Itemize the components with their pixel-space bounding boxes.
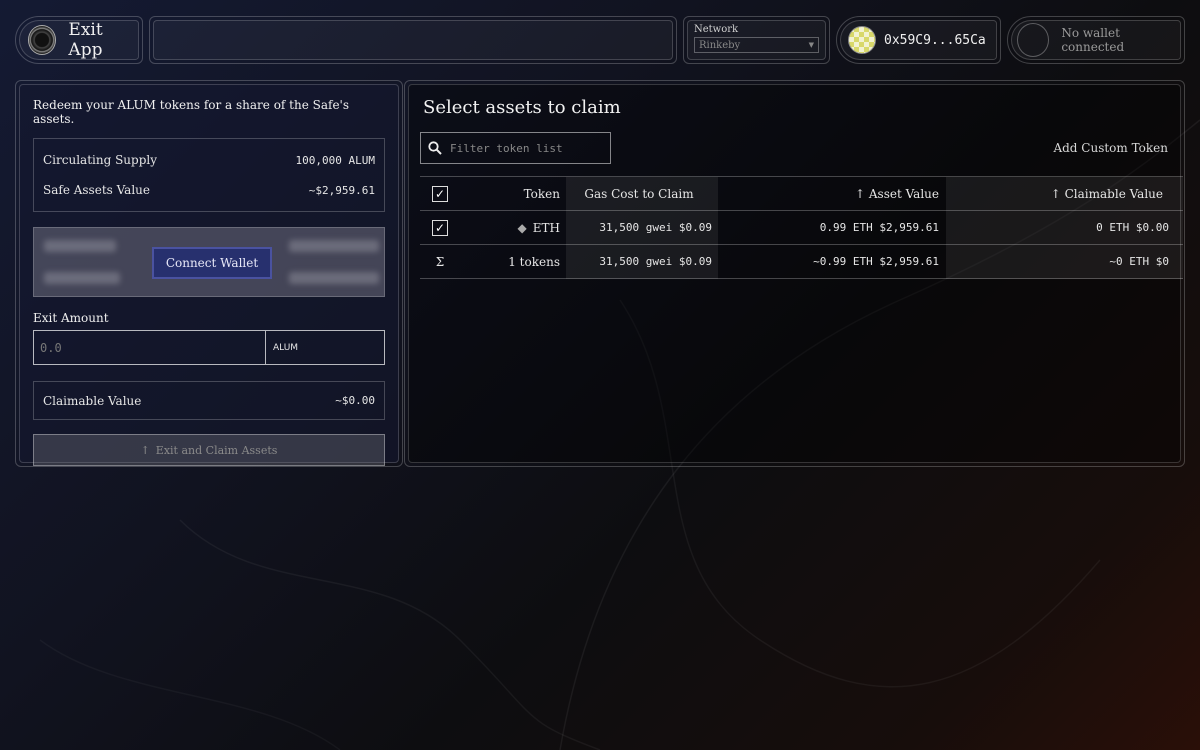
exit-amount-label: Exit Amount	[33, 311, 109, 325]
search-icon	[428, 141, 442, 155]
wallet-balance-blurred: Connect Wallet	[33, 227, 385, 297]
chevron-down-icon: ▼	[808, 41, 814, 49]
assets-panel: Select assets to claim Add Custom Token …	[404, 80, 1185, 467]
circulating-supply-label: Circulating Supply	[43, 153, 158, 167]
account-button[interactable]: 0x59C9...65Ca	[836, 16, 1001, 64]
no-wallet-label: No wallet connected	[1061, 26, 1125, 54]
claimable-value-box: Claimable Value ~$0.00	[33, 381, 385, 420]
exit-amount-input[interactable]	[34, 331, 266, 364]
filter-token-input[interactable]	[450, 141, 600, 155]
add-custom-token-link[interactable]: Add Custom Token	[1053, 141, 1168, 155]
account-avatar	[848, 26, 876, 54]
sort-arrow-up-icon: ↑	[855, 186, 869, 201]
asset-value-cell: 0.99 ETH $2,959.61	[718, 210, 946, 245]
redeem-intro: Redeem your ALUM tokens for a share of t…	[33, 98, 350, 126]
token-name: ETH	[532, 220, 560, 235]
column-token: Token	[460, 176, 566, 211]
claimable-value-label: Claimable Value	[43, 393, 142, 408]
eth-icon: ◆	[517, 220, 527, 235]
network-selector: Network Rinkeby ▼	[683, 16, 830, 64]
header-empty-bar	[149, 16, 677, 64]
network-dropdown[interactable]: Rinkeby ▼	[694, 37, 819, 53]
summary-asset-value: ~0.99 ETH $2,959.61	[718, 244, 946, 279]
assets-table: ✓ Token Gas Cost to Claim ↑ Asset Value …	[420, 176, 1183, 279]
safe-assets-value: ~$2,959.61	[308, 183, 375, 197]
exit-and-claim-label: Exit and Claim Assets	[155, 443, 278, 457]
network-label: Network	[694, 24, 739, 35]
safe-stats-box: Circulating Supply 100,000 ALUM Safe Ass…	[33, 138, 385, 212]
wallet-status-button[interactable]: No wallet connected	[1007, 16, 1185, 64]
select-all-checkbox[interactable]: ✓	[432, 185, 448, 202]
gas-cost-cell: 31,500 gwei $0.09	[566, 210, 718, 245]
table-row: ✓ ◆ ETH 31,500 gwei $0.09 0.99 ETH $2,959…	[420, 210, 1183, 245]
claimable-value-cell: 0 ETH $0.00	[946, 210, 1183, 245]
app-logo-icon	[28, 25, 57, 55]
safe-assets-label: Safe Assets Value	[43, 183, 150, 197]
redeem-panel: Redeem your ALUM tokens for a share of t…	[15, 80, 403, 467]
column-gas-cost: Gas Cost to Claim	[566, 176, 718, 211]
column-claimable-value[interactable]: ↑ Claimable Value	[946, 176, 1183, 211]
wallet-avatar-placeholder	[1017, 23, 1050, 57]
exit-amount-unit: ALUM	[273, 342, 299, 353]
sort-arrow-up-icon: ↑	[1050, 186, 1065, 201]
summary-row: Σ 1 tokens 31,500 gwei $0.09 ~0.99 ETH $…	[420, 244, 1183, 279]
summary-token-count: 1 tokens	[460, 244, 566, 279]
claimable-value-amount: ~$0.00	[335, 394, 375, 407]
summary-claimable-value: ~0 ETH $0	[946, 244, 1183, 279]
exit-amount-field: ALUM	[33, 330, 385, 365]
sum-icon: Σ	[420, 244, 460, 279]
circulating-supply-value: 100,000 ALUM	[295, 153, 375, 167]
row-checkbox-eth[interactable]: ✓	[432, 219, 448, 236]
assets-panel-title: Select assets to claim	[423, 97, 621, 118]
table-header-row: ✓ Token Gas Cost to Claim ↑ Asset Value …	[420, 176, 1183, 211]
network-value: Rinkeby	[699, 39, 741, 51]
exit-and-claim-button[interactable]: ↑ Exit and Claim Assets	[33, 434, 385, 466]
connect-wallet-button[interactable]: Connect Wallet	[152, 247, 272, 279]
account-address: 0x59C9...65Ca	[884, 32, 986, 48]
exit-app-button[interactable]: Exit App	[15, 16, 143, 64]
column-asset-value[interactable]: ↑ Asset Value	[718, 176, 946, 211]
exit-app-label: Exit App	[68, 20, 103, 60]
filter-token-box	[420, 132, 611, 164]
arrow-up-icon: ↑	[140, 443, 150, 457]
summary-gas-cost: 31,500 gwei $0.09	[566, 244, 718, 279]
